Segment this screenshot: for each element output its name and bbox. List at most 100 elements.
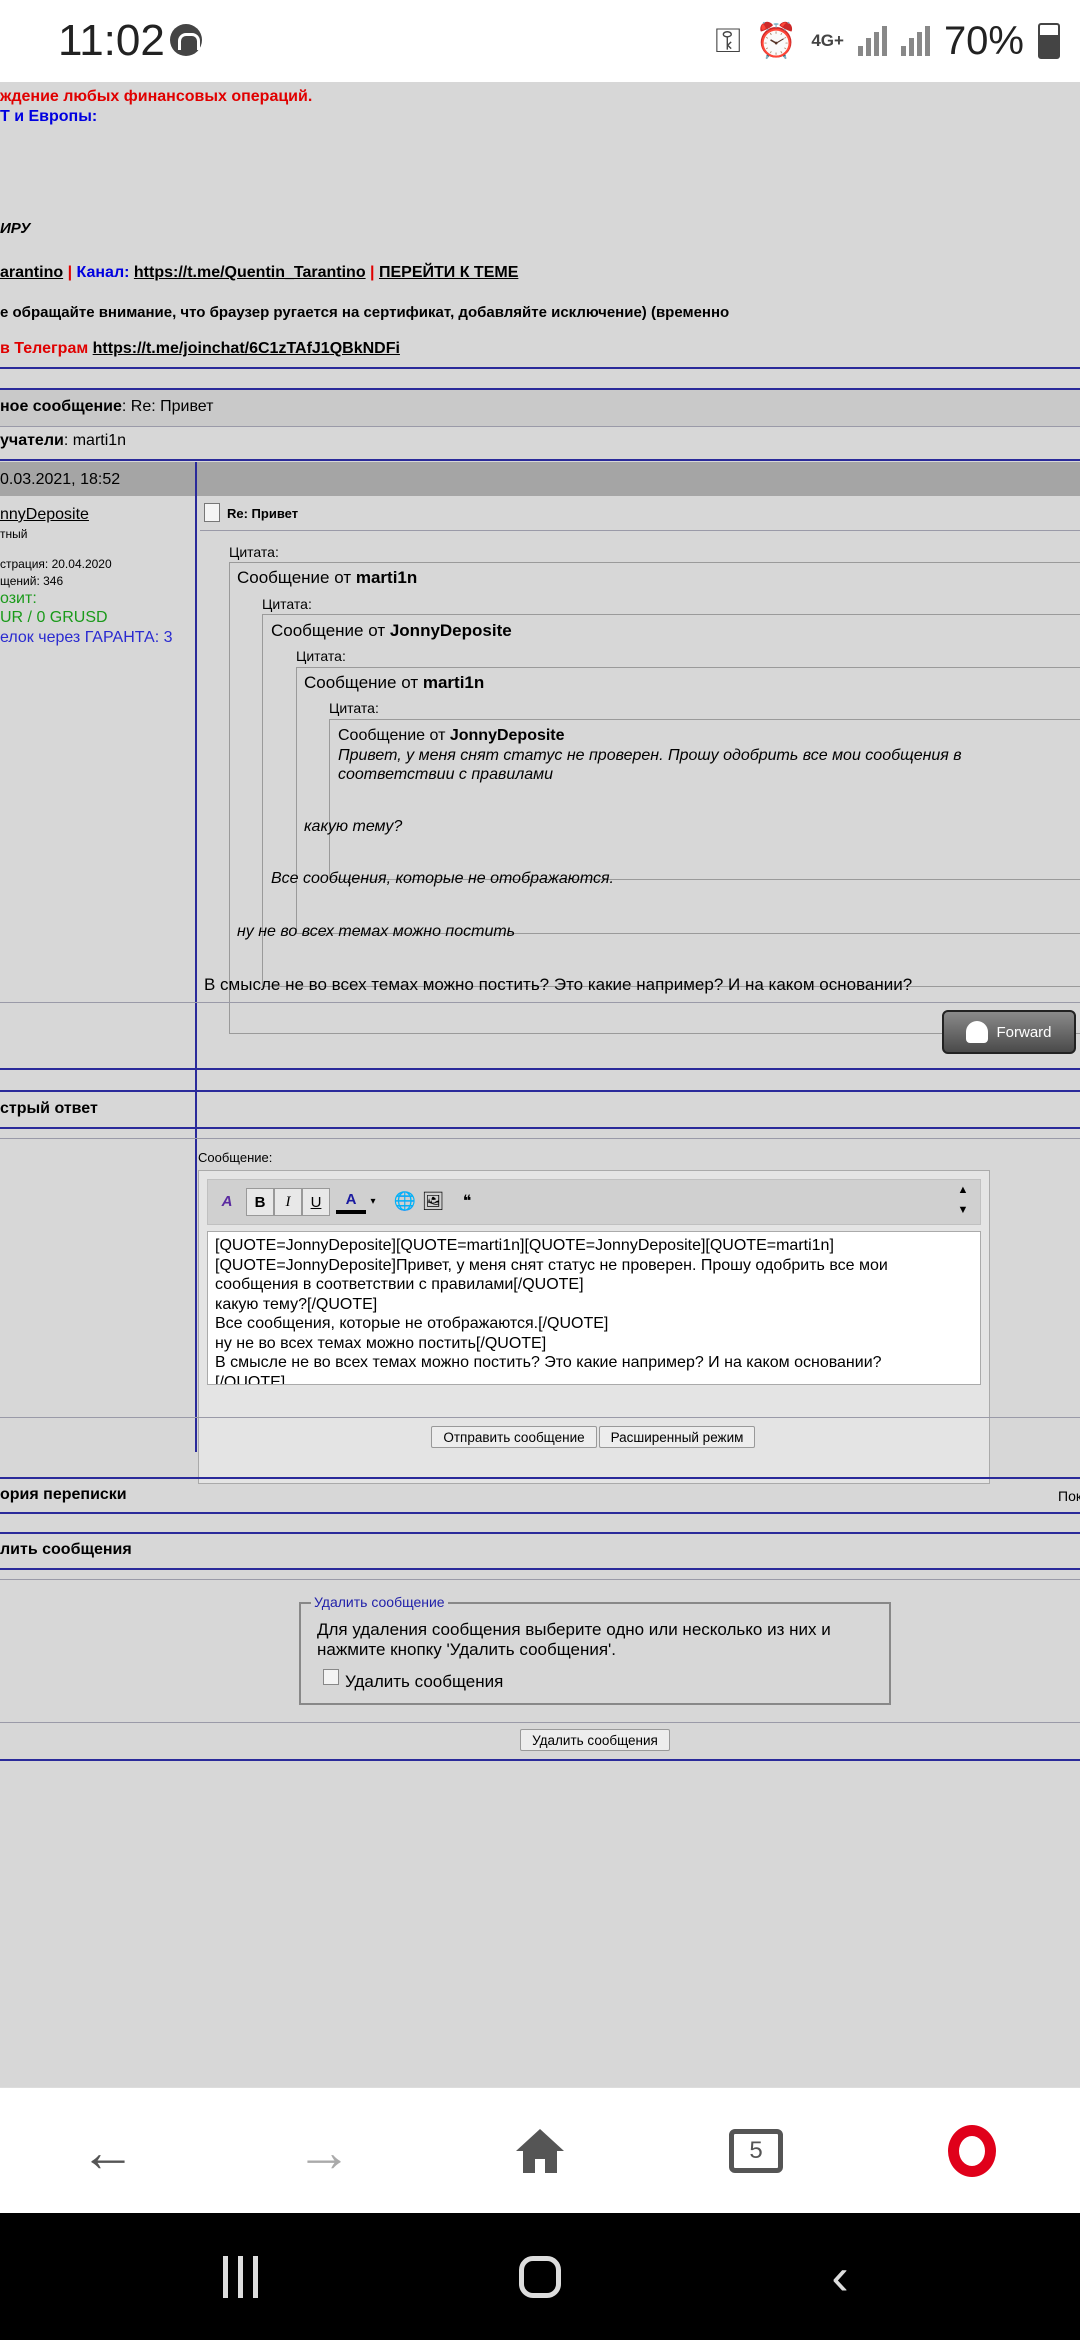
opera-menu-button[interactable] (864, 2088, 1080, 2214)
divider (0, 1068, 1080, 1070)
telegram-label: в Телеграм (0, 340, 89, 357)
quote-4-author: JonnyDeposite (449, 727, 565, 744)
history-toggle-text[interactable]: Пок (1058, 1488, 1080, 1504)
quote-1-text: ну не во всех темах можно постить (237, 923, 516, 940)
underline-button[interactable]: U (302, 1188, 330, 1216)
person-icon (966, 1021, 989, 1043)
quote-1-author: marti1n (355, 568, 418, 587)
home-icon (516, 2129, 564, 2173)
home-button[interactable] (432, 2088, 648, 2214)
delete-section-title: лить сообщения (0, 1541, 132, 1558)
telegram-link[interactable]: https://t.me/joinchat/6C1zTAfJ1QBkNDFi (93, 340, 400, 357)
delete-checkbox-label: Удалить сообщения (345, 1672, 504, 1691)
quote-2-header: Сообщение от JonnyDeposite (271, 621, 512, 640)
divider (0, 1002, 1080, 1003)
recents-icon (222, 2255, 258, 2298)
divider (0, 367, 1080, 369)
announcement-line-2: ждение любых финансовых операций. (0, 88, 313, 105)
quote-3-header: Сообщение от marti1n (304, 673, 485, 692)
divider (200, 530, 1080, 531)
editor-toolbar: A B I U A ▾ 🌐 🖼 ❝ ▲ ▼ (207, 1179, 981, 1225)
message-label: Сообщение: (198, 1150, 273, 1165)
announcement-ryu: ИРУ (0, 220, 31, 237)
divider (0, 459, 1080, 461)
quick-reply-title: стрый ответ (0, 1100, 98, 1117)
divider (0, 1090, 1080, 1092)
divider (0, 1417, 1080, 1418)
channel-label: Канал: (76, 264, 130, 281)
tabs-button[interactable]: 5 (648, 2088, 864, 2214)
quote-4-text: Привет, у меня снят статус не проверен. … (338, 747, 962, 783)
author-links-line: arantino | Канал: https://t.me/Quentin_T… (0, 264, 518, 282)
image-icon[interactable]: 🖼 (420, 1188, 446, 1214)
user-deposit-label: озит: (0, 590, 37, 607)
signal-icon (857, 26, 887, 56)
send-message-button[interactable]: Отправить сообщение (431, 1426, 597, 1448)
system-back-button[interactable]: ‹ (660, 2213, 1020, 2340)
quote-label-4: Цитата: (329, 700, 379, 716)
tabs-icon: 5 (729, 2129, 783, 2173)
author-link[interactable]: arantino (0, 264, 63, 281)
italic-button[interactable]: I (274, 1188, 302, 1216)
quote-3-author: marti1n (422, 673, 485, 692)
user-deals: елок через ГАРАНТА: 3 (0, 629, 173, 646)
arrow-up-icon[interactable]: ▲ (950, 1180, 976, 1200)
bold-button[interactable]: B (246, 1188, 274, 1216)
quote-2-text: Все сообщения, которые не отображаются. (271, 870, 614, 887)
recipients-value: : marti1n (63, 432, 127, 449)
delete-help-text: Для удаления сообщения выберите одно или… (317, 1620, 831, 1659)
subject-label: ное сообщение (0, 398, 122, 415)
advanced-mode-button[interactable]: Расширенный режим (599, 1426, 755, 1448)
status-icons: ⚿ ⏰ 4G+ 70% (715, 14, 1060, 68)
clock: 11:02 (58, 16, 165, 65)
message-textarea[interactable]: [QUOTE=JonnyDeposite][QUOTE=marti1n][QUO… (207, 1231, 981, 1385)
announcement-line-3: Т и Европы: (0, 108, 98, 125)
post-date-bar (0, 462, 1080, 496)
delete-checkbox[interactable] (323, 1669, 339, 1685)
quote-label-3: Цитата: (296, 648, 346, 664)
forward-button[interactable]: Forward (942, 1010, 1076, 1054)
arrow-down-icon[interactable]: ▼ (950, 1200, 976, 1220)
divider (0, 388, 1080, 390)
remove-format-icon[interactable]: A (214, 1188, 240, 1214)
back-button[interactable]: ← (0, 2088, 216, 2214)
quote-1-header: Сообщение от marti1n (237, 568, 418, 587)
telegram-line: в Телеграм https://t.me/joinchat/6C1zTAf… (0, 340, 400, 358)
post-body: В смысле не во всех темах можно постить?… (204, 975, 913, 994)
channel-link[interactable]: https://t.me/Quentin_Tarantino (134, 264, 366, 281)
system-nav-bar: ‹ (0, 2213, 1080, 2340)
post-icon (204, 503, 220, 522)
quote-label-2: Цитата: (262, 596, 312, 612)
user-status: тный (0, 527, 28, 541)
text-color-icon[interactable]: A (336, 1188, 366, 1214)
chevron-left-icon: ‹ (831, 2247, 849, 2306)
divider (0, 1568, 1080, 1570)
quote-3-text: какую тему? (304, 818, 403, 835)
divider (0, 1512, 1080, 1514)
forward-nav-button[interactable]: → (216, 2088, 432, 2214)
arrow-right-icon: → (296, 2119, 352, 2183)
quote-icon[interactable]: ❝ (454, 1188, 480, 1214)
forward-label: Forward (996, 1023, 1052, 1041)
history-title: ория переписки (0, 1486, 127, 1503)
link-icon[interactable]: 🌐 (392, 1188, 418, 1214)
browser-nav-bar: ← → 5 (0, 2087, 1080, 2214)
alarm-icon: ⏰ (754, 22, 798, 60)
post-date: 0.03.2021, 18:52 (0, 471, 121, 488)
goto-topic-link[interactable]: ПЕРЕЙТИ К ТЕМЕ (379, 264, 518, 281)
arrow-left-icon: ← (80, 2119, 136, 2183)
divider (0, 1579, 1080, 1580)
network-type: 4G+ (811, 31, 844, 50)
opera-icon (948, 2125, 996, 2177)
delete-messages-button[interactable]: Удалить сообщения (520, 1729, 670, 1751)
recipients-line: учатели: marti1n (0, 432, 126, 450)
divider (0, 1127, 1080, 1129)
quote-label-1: Цитата: (229, 544, 279, 560)
username-link[interactable]: nnyDeposite (0, 506, 89, 524)
subject-line: ное сообщение: Re: Привет (0, 398, 214, 416)
divider (0, 1138, 1080, 1139)
chevron-down-icon[interactable]: ▾ (366, 1188, 380, 1214)
status-bar: 11:02 ⚿ ⏰ 4G+ 70% (0, 0, 1080, 82)
separator: | (67, 264, 73, 281)
user-registration: страция: 20.04.2020 (0, 557, 112, 571)
